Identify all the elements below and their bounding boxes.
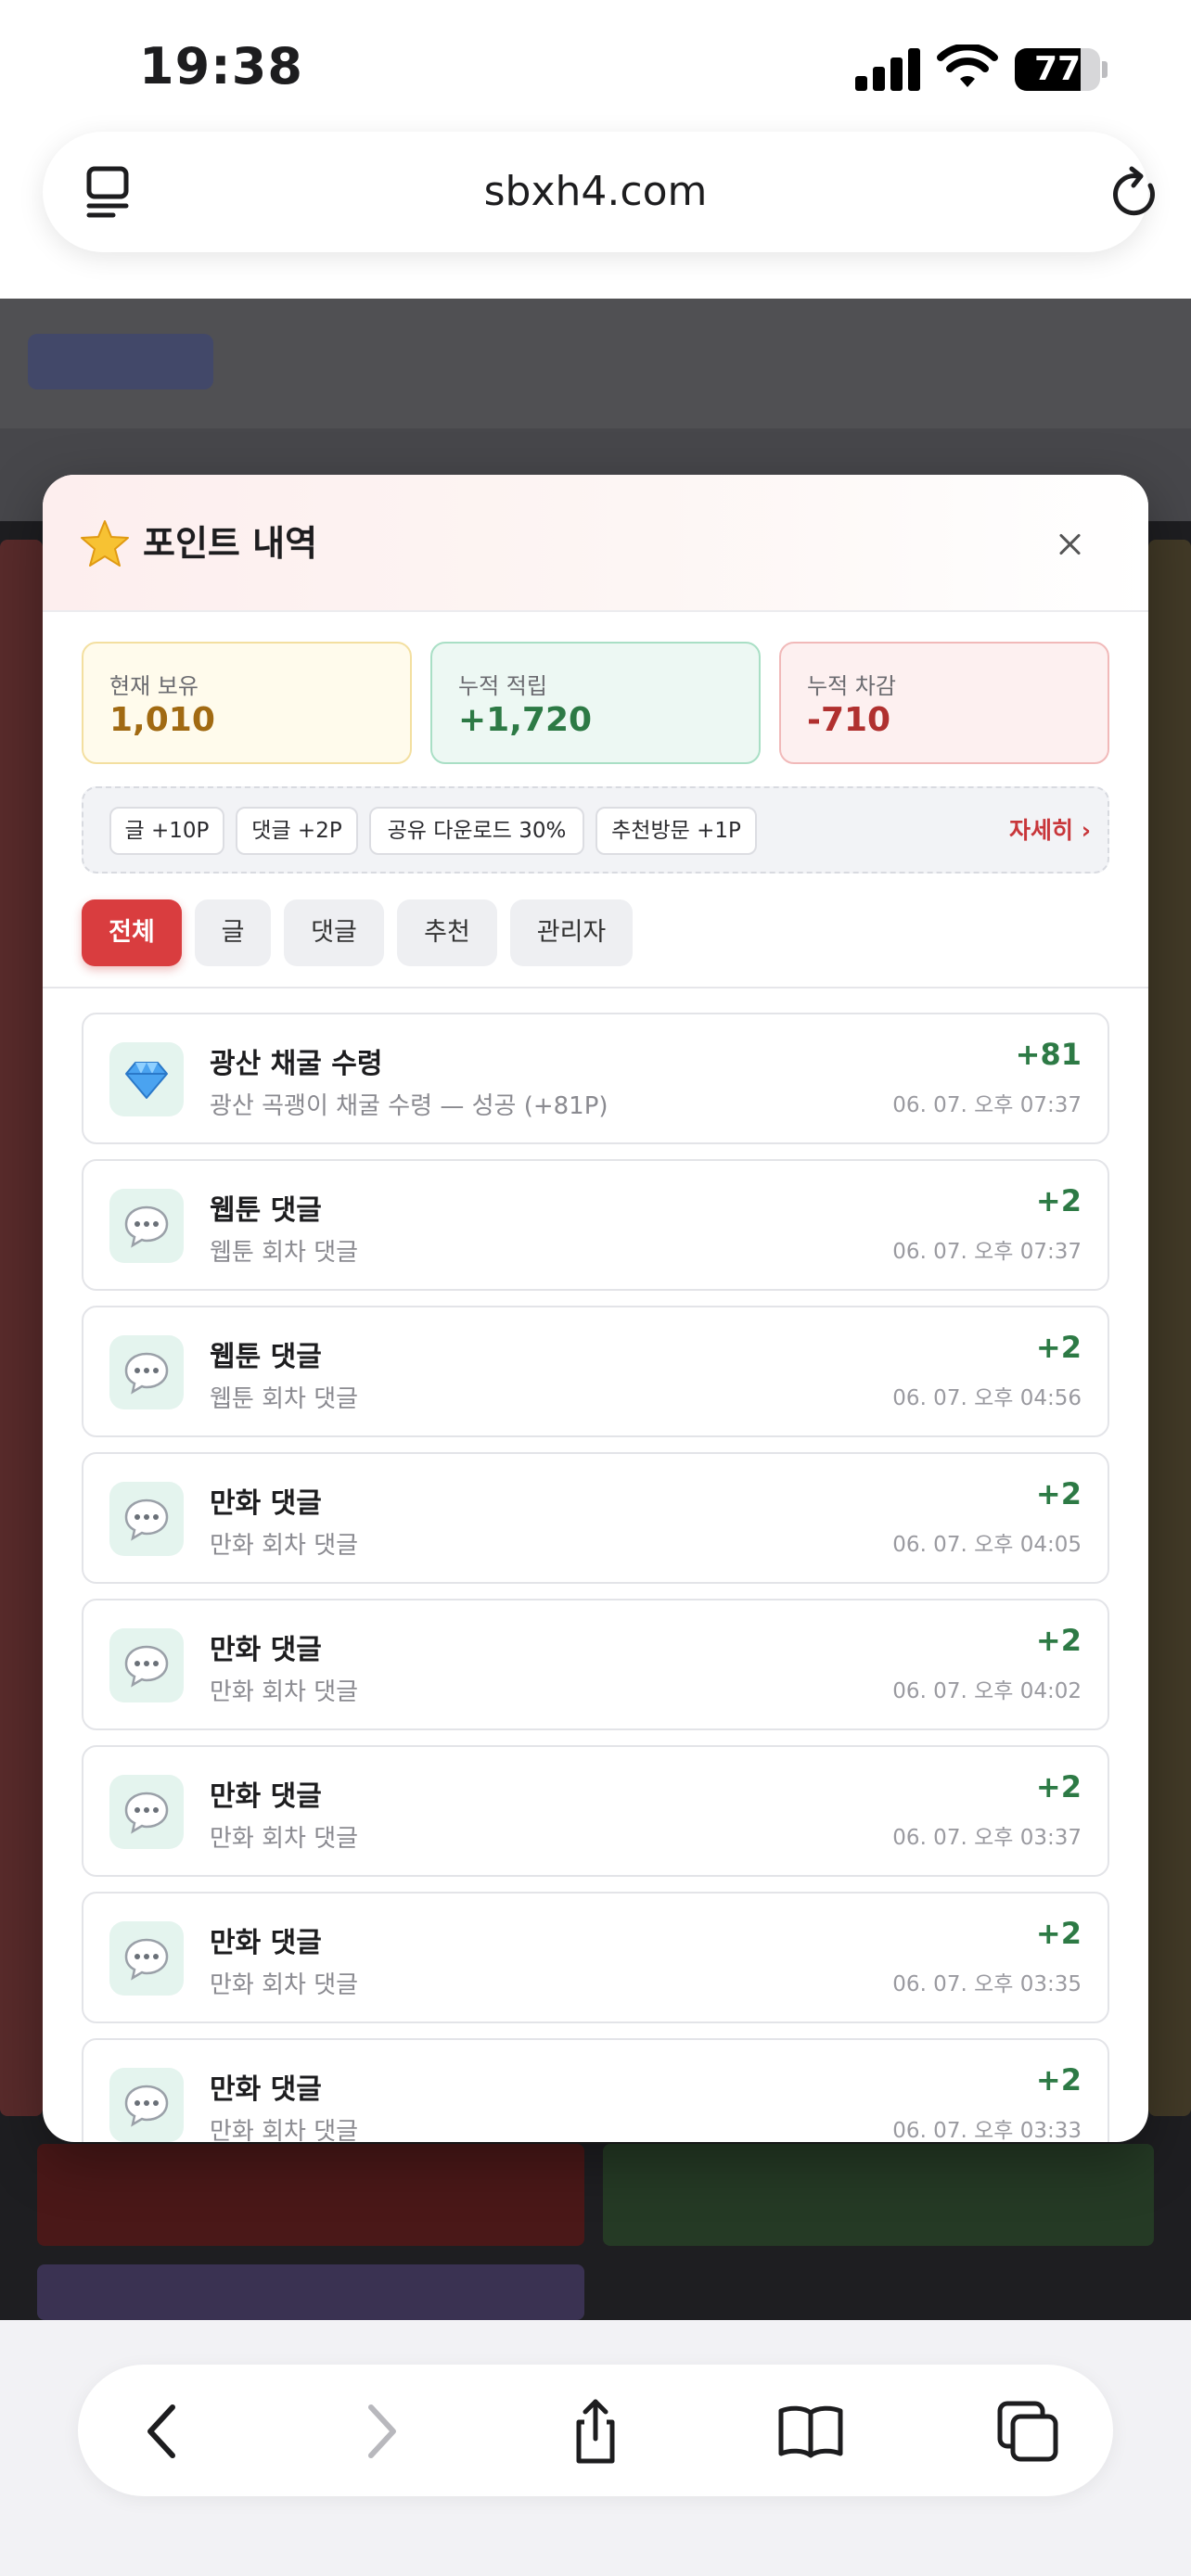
item-amount: +2 — [1035, 1769, 1082, 1804]
list-item[interactable]: 만화 댓글만화 회차 댓글 +2 06. 07. 오후 03:37 — [82, 1745, 1109, 1877]
rules-details-link[interactable]: 자세히 › — [970, 807, 1091, 855]
tab-recommend[interactable]: 추천 — [397, 899, 497, 966]
summary-card-balance: 현재 보유 1,010 — [82, 642, 412, 764]
summary-label: 누적 차감 — [807, 673, 896, 699]
tab-posts[interactable]: 글 — [195, 899, 271, 966]
bookmarks-icon[interactable] — [774, 2398, 848, 2465]
star-icon — [81, 520, 129, 567]
summary-card-spent: 누적 차감 -710 — [779, 642, 1109, 764]
status-time: 19:38 — [139, 37, 303, 96]
item-timestamp: 06. 07. 오후 03:35 — [892, 1972, 1082, 1996]
tab-admin[interactable]: 관리자 — [510, 899, 633, 966]
rule-chip: 공유 다운로드 30% — [369, 807, 584, 855]
point-rules: 글 +10P 댓글 +2P 공유 다운로드 30% 추천방문 +1P 자세히 › — [82, 786, 1109, 874]
item-description: 광산 곡괭이 채굴 수령 — 성공 (+81P) — [210, 1092, 608, 1120]
item-timestamp: 06. 07. 오후 04:02 — [892, 1679, 1082, 1703]
item-amount: +2 — [1035, 2062, 1082, 2098]
summary-card-earned: 누적 적립 +1,720 — [430, 642, 761, 764]
browser-toolbar-area — [0, 2320, 1191, 2576]
list-item[interactable]: 만화 댓글만화 회차 댓글 +2 06. 07. 오후 03:33 — [82, 2038, 1109, 2142]
item-amount: +2 — [1035, 1330, 1082, 1365]
item-amount: +2 — [1035, 1623, 1082, 1658]
speech-bubble-icon — [109, 1775, 184, 1849]
forward-button[interactable] — [343, 2398, 417, 2465]
item-timestamp: 06. 07. 오후 07:37 — [892, 1093, 1082, 1117]
item-description: 만화 회차 댓글 — [210, 2118, 359, 2142]
list-item[interactable]: 광산 채굴 수령광산 곡괭이 채굴 수령 — 성공 (+81P) +81 06. 0… — [82, 1013, 1109, 1144]
browser-toolbar — [78, 2365, 1113, 2496]
url-text[interactable]: sbxh4.com — [43, 132, 1148, 252]
share-icon[interactable] — [558, 2398, 633, 2465]
tabs-divider — [43, 987, 1148, 988]
status-bar: 19:38 77 — [0, 0, 1191, 130]
forward-icon[interactable] — [343, 2398, 417, 2465]
item-title: 웹툰 댓글 — [210, 1194, 322, 1227]
back-button[interactable] — [126, 2398, 200, 2465]
speech-bubble-icon — [109, 1189, 184, 1263]
modal-title: 포인트 내역 — [143, 523, 318, 564]
item-timestamp: 06. 07. 오후 07:37 — [892, 1240, 1082, 1264]
rule-chip: 추천방문 +1P — [596, 807, 757, 855]
speech-bubble-icon — [109, 1482, 184, 1556]
item-title: 만화 댓글 — [210, 1487, 322, 1520]
item-title: 웹툰 댓글 — [210, 1341, 322, 1373]
summary-value: +1,720 — [458, 701, 593, 739]
close-button[interactable] — [1048, 523, 1091, 566]
summary-value: 1,010 — [109, 701, 215, 739]
tabs-icon[interactable] — [991, 2398, 1065, 2465]
wifi-icon — [937, 45, 998, 87]
tabs-button[interactable] — [991, 2398, 1065, 2465]
item-title: 만화 댓글 — [210, 1634, 322, 1666]
gem-icon — [109, 1042, 184, 1116]
item-title: 만화 댓글 — [210, 1927, 322, 1959]
item-title: 만화 댓글 — [210, 1780, 322, 1813]
share-button[interactable] — [558, 2398, 633, 2465]
list-item[interactable]: 웹툰 댓글웹툰 회차 댓글 +2 06. 07. 오후 04:56 — [82, 1306, 1109, 1437]
points-history-modal: 포인트 내역 현재 보유 1,010 누적 적립 +1,720 누적 차감 -7… — [43, 475, 1148, 2142]
rule-chip: 글 +10P — [109, 807, 224, 855]
rule-chip: 댓글 +2P — [236, 807, 358, 855]
list-item[interactable]: 만화 댓글만화 회차 댓글 +2 06. 07. 오후 04:05 — [82, 1452, 1109, 1584]
item-timestamp: 06. 07. 오후 03:33 — [892, 2119, 1082, 2142]
cellular-signal-icon — [855, 48, 920, 91]
back-icon[interactable] — [126, 2398, 200, 2465]
item-timestamp: 06. 07. 오후 04:56 — [892, 1386, 1082, 1410]
speech-bubble-icon — [109, 1628, 184, 1702]
modal-header: 포인트 내역 — [43, 475, 1148, 612]
summary-label: 현재 보유 — [109, 673, 198, 699]
item-description: 웹툰 회차 댓글 — [210, 1239, 359, 1267]
item-description: 만화 회차 댓글 — [210, 1825, 359, 1853]
item-title: 광산 채굴 수령 — [210, 1048, 383, 1080]
reload-icon[interactable] — [1109, 165, 1161, 219]
item-timestamp: 06. 07. 오후 03:37 — [892, 1826, 1082, 1850]
item-amount: +2 — [1035, 1476, 1082, 1511]
summary-label: 누적 적립 — [458, 673, 547, 699]
item-description: 웹툰 회차 댓글 — [210, 1385, 359, 1413]
speech-bubble-icon — [109, 1921, 184, 1996]
battery-level: 77 — [1033, 50, 1082, 88]
item-description: 만화 회차 댓글 — [210, 1532, 359, 1560]
item-timestamp: 06. 07. 오후 04:05 — [892, 1533, 1082, 1557]
list-item[interactable]: 만화 댓글만화 회차 댓글 +2 06. 07. 오후 03:35 — [82, 1892, 1109, 2023]
tab-comments[interactable]: 댓글 — [284, 899, 384, 966]
address-bar[interactable]: sbxh4.com — [43, 132, 1155, 252]
item-amount: +2 — [1035, 1916, 1082, 1951]
item-title: 만화 댓글 — [210, 2073, 322, 2106]
battery-icon: 77 — [1015, 48, 1100, 91]
item-amount: +2 — [1035, 1183, 1082, 1218]
list-item[interactable]: 만화 댓글만화 회차 댓글 +2 06. 07. 오후 04:02 — [82, 1599, 1109, 1730]
item-description: 만화 회차 댓글 — [210, 1971, 359, 1999]
tab-all[interactable]: 전체 — [82, 899, 182, 966]
summary-value: -710 — [807, 701, 891, 739]
speech-bubble-icon — [109, 2068, 184, 2142]
item-amount: +81 — [1015, 1037, 1082, 1072]
bookmarks-button[interactable] — [774, 2398, 848, 2465]
item-description: 만화 회차 댓글 — [210, 1678, 359, 1706]
speech-bubble-icon — [109, 1335, 184, 1409]
list-item[interactable]: 웹툰 댓글웹툰 회차 댓글 +2 06. 07. 오후 07:37 — [82, 1159, 1109, 1291]
battery-tip — [1102, 61, 1108, 78]
